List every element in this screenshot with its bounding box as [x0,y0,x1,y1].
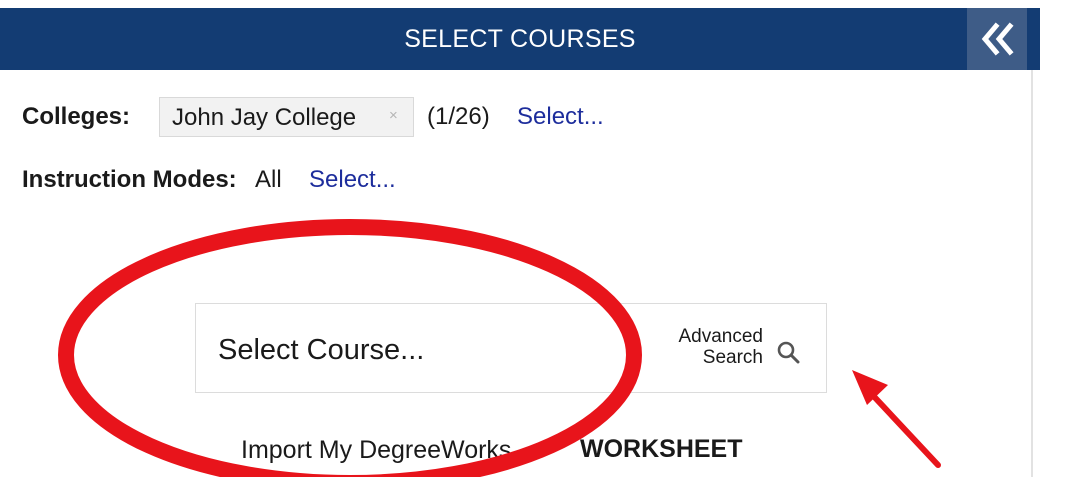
instruction-modes-label: Instruction Modes: [22,166,237,193]
course-select-input[interactable]: Select Course... [196,304,644,392]
advanced-search-button[interactable]: Advanced Search [651,326,811,374]
colleges-select-link[interactable]: Select... [517,103,604,131]
chip-remove-icon[interactable]: × [389,107,398,124]
colleges-label: Colleges: [22,103,131,130]
college-chip: John Jay College × [159,97,414,137]
course-select-placeholder: Select Course... [218,334,425,366]
select-courses-panel: SELECT COURSES Colleges: John Jay Colleg… [0,0,1040,477]
double-chevron-left-icon [981,22,1014,56]
panel-divider [1031,70,1033,477]
import-degreeworks-text[interactable]: Import My DegreeWorks [241,436,511,465]
worksheet-text[interactable]: WORKSHEET [580,435,743,464]
panel-title: SELECT COURSES [404,25,636,53]
collapse-panel-button[interactable] [967,8,1027,70]
course-search-box: Select Course... Advanced Search [195,303,827,393]
search-icon [777,341,800,364]
instruction-modes-value: All [255,166,282,193]
instruction-modes-select-link[interactable]: Select... [309,166,396,194]
panel-header: SELECT COURSES [0,8,1040,70]
college-count: (1/26) [427,103,490,130]
college-chip-label: John Jay College [172,104,357,131]
advanced-search-label: Advanced Search [678,326,763,368]
